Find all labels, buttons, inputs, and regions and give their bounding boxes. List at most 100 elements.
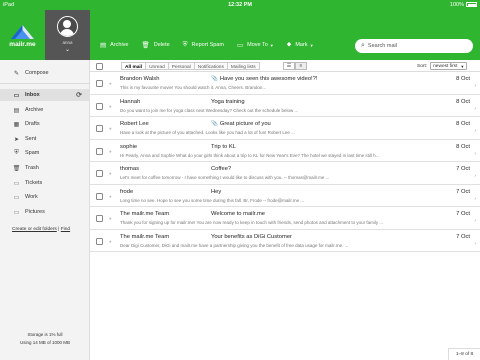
message-row[interactable]: ● frode Hey 7 Oct Long time no see. Hope to … bbox=[90, 184, 480, 207]
select-all-checkbox[interactable] bbox=[96, 62, 103, 70]
message-subject-wrap: Hey bbox=[211, 189, 221, 195]
message-preview: Do you want to join me for yoga class ne… bbox=[120, 107, 299, 113]
message-checkbox[interactable] bbox=[96, 102, 103, 110]
sidebar-item-archive[interactable]: ▤ Archive bbox=[0, 104, 90, 116]
search-box[interactable]: ⌕ bbox=[355, 39, 473, 53]
sidebar-item-label: Tickets bbox=[25, 180, 43, 186]
message-subject-wrap: 📎 Great picture of you bbox=[211, 121, 271, 127]
sidebar-item-inbox[interactable]: ▭ Inbox ⟳ bbox=[0, 89, 90, 101]
tab-mailing-lists[interactable]: Mailing lists bbox=[227, 62, 260, 70]
tab-unread[interactable]: Unread bbox=[146, 62, 169, 70]
compact-view-icon[interactable]: ≡ bbox=[295, 62, 307, 70]
link-separator: | bbox=[58, 227, 60, 232]
filter-bar: All mail Unread Personal Notifications M… bbox=[90, 60, 480, 72]
compose-button[interactable]: ✎ Compose bbox=[0, 67, 90, 79]
trash-icon: 🗑 bbox=[12, 165, 21, 172]
sidebar-item-label: Drafts bbox=[25, 121, 40, 127]
message-checkbox[interactable] bbox=[96, 80, 103, 87]
battery-indicator: 100% bbox=[450, 2, 477, 8]
create-edit-folders-link[interactable]: Create or edit folders bbox=[12, 227, 57, 232]
sidebar-item-label: Pictures bbox=[25, 209, 45, 215]
read-status-icon: ● bbox=[109, 193, 112, 199]
message-row[interactable]: ● Hannah Yoga training 8 Oct Do you want to … bbox=[90, 94, 480, 117]
message-date: 8 Oct bbox=[456, 143, 470, 150]
sidebar-item-pictures[interactable]: ▭ Pictures bbox=[0, 206, 90, 218]
message-row[interactable]: ● The mailr.me Team Your benefits as DiGi … bbox=[90, 229, 480, 252]
list-view-icon[interactable]: ☰ bbox=[283, 62, 295, 70]
message-preview: Thank you for signing up for mailr.me! Y… bbox=[120, 220, 384, 225]
sidebar: ✎ Compose ▭ Inbox ⟳ ▤ Archive ▦ Drafts ➤… bbox=[0, 60, 90, 360]
tab-all-mail[interactable]: All mail bbox=[121, 62, 147, 70]
message-checkbox[interactable] bbox=[96, 147, 103, 155]
read-status-icon: ● bbox=[109, 238, 112, 244]
message-sender: sophie bbox=[120, 143, 138, 150]
message-row[interactable]: ● The mailr.me Team Welcome to mailr.me 7 O… bbox=[90, 207, 480, 230]
message-checkbox[interactable] bbox=[96, 170, 103, 177]
message-sender: thomas bbox=[120, 166, 140, 172]
folder-icon: ▭ bbox=[236, 42, 244, 49]
sidebar-item-label: Trash bbox=[25, 165, 39, 171]
sidebar-item-sent[interactable]: ➤ Sent bbox=[0, 133, 90, 145]
message-checkbox[interactable] bbox=[96, 237, 103, 245]
message-checkbox[interactable] bbox=[96, 192, 103, 200]
paperclip-icon: 📎 bbox=[211, 76, 218, 82]
message-subject: Great picture of you bbox=[219, 121, 271, 127]
sidebar-item-spam[interactable]: ⛨ Spam bbox=[0, 147, 90, 159]
search-input[interactable] bbox=[367, 43, 463, 49]
caret-down-icon: ▼ bbox=[269, 42, 274, 48]
message-row[interactable]: ● sophie Trip to KL 8 Oct Hi Pearly, Anna an… bbox=[90, 139, 480, 162]
sidebar-item-label: Sent bbox=[25, 136, 37, 142]
message-checkbox[interactable] bbox=[96, 215, 103, 222]
account-name: anna bbox=[62, 40, 73, 45]
message-row[interactable]: ● Robert Lee 📎 Great picture of you 8 Oct Hav… bbox=[90, 117, 480, 140]
message-subject: Coffee? bbox=[211, 166, 232, 172]
sidebar-item-tickets[interactable]: ▭ Tickets bbox=[0, 177, 90, 189]
message-subject-wrap: Welcome to mailr.me bbox=[211, 211, 265, 217]
report-spam-label: Report Spam bbox=[191, 42, 224, 48]
message-row[interactable]: ● Brandon Walsh 📎 Have you seen this awesom… bbox=[90, 72, 480, 95]
message-toolbar: ▤ Archive 🗑 Delete ⛨ Report Spam ▭ Move … bbox=[100, 41, 327, 49]
sidebar-item-label: Spam bbox=[25, 150, 40, 156]
sidebar-item-trash[interactable]: 🗑 Trash bbox=[0, 162, 90, 174]
mark-button[interactable]: ⬥ Mark ▼ bbox=[287, 41, 314, 49]
pagination-info: 1–8 of 8 bbox=[448, 348, 480, 360]
move-to-button[interactable]: ▭ Move To ▼ bbox=[237, 41, 274, 49]
move-to-label: Move To bbox=[247, 42, 268, 48]
drafts-icon: ▦ bbox=[13, 121, 20, 128]
delete-button[interactable]: 🗑 Delete bbox=[142, 41, 170, 49]
message-date: 7 Oct bbox=[456, 211, 470, 217]
sidebar-item-work[interactable]: ▭ Work bbox=[0, 191, 90, 203]
logo-text: mailr.me bbox=[9, 41, 36, 48]
find-link[interactable]: Find bbox=[61, 227, 70, 232]
message-date: 7 Oct bbox=[456, 188, 470, 195]
message-subject: Your benefits as DiGi Customer bbox=[211, 233, 292, 240]
message-sender: Robert Lee bbox=[120, 121, 149, 127]
shield-icon: ⛨ bbox=[14, 149, 19, 156]
trash-icon: 🗑 bbox=[141, 42, 150, 49]
storage-info: Storage is 1% full Using 14 MB of 1000 M… bbox=[0, 331, 90, 346]
report-spam-button[interactable]: ⛨ Report Spam bbox=[183, 41, 224, 49]
sidebar-item-drafts[interactable]: ▦ Drafts bbox=[0, 118, 90, 130]
view-toggle: ☰ ≡ bbox=[283, 62, 307, 70]
chevron-down-icon: ⌄ bbox=[64, 47, 71, 53]
tab-personal[interactable]: Personal bbox=[168, 62, 195, 70]
archive-label: Archive bbox=[110, 42, 129, 48]
message-subject-wrap: Yoga training bbox=[211, 99, 245, 105]
message-sender: frode bbox=[120, 188, 134, 195]
message-checkbox[interactable] bbox=[96, 125, 103, 132]
message-sender: Hannah bbox=[120, 98, 141, 105]
message-preview: Dear Digi Customer, DiGi and mailr.me ha… bbox=[120, 242, 349, 248]
read-status-icon: ● bbox=[109, 103, 112, 109]
message-subject-wrap: 📎 Have you seen this awesome video!?! bbox=[211, 76, 318, 82]
avatar bbox=[57, 16, 78, 37]
archive-button[interactable]: ▤ Archive bbox=[100, 41, 129, 49]
delete-label: Delete bbox=[153, 42, 170, 48]
archive-icon: ▤ bbox=[100, 42, 107, 49]
message-row[interactable]: ● thomas Coffee? 7 Oct Let's meet for coffee… bbox=[90, 162, 480, 185]
tab-notifications[interactable]: Notifications bbox=[194, 62, 228, 70]
message-subject: Welcome to mailr.me bbox=[211, 211, 266, 217]
sort-select[interactable]: newest first ▼ bbox=[430, 62, 468, 70]
message-sender: The mailr.me Team bbox=[120, 211, 170, 217]
refresh-icon[interactable]: ⟳ bbox=[76, 91, 82, 99]
account-switcher[interactable]: anna ⌄ bbox=[45, 10, 90, 60]
